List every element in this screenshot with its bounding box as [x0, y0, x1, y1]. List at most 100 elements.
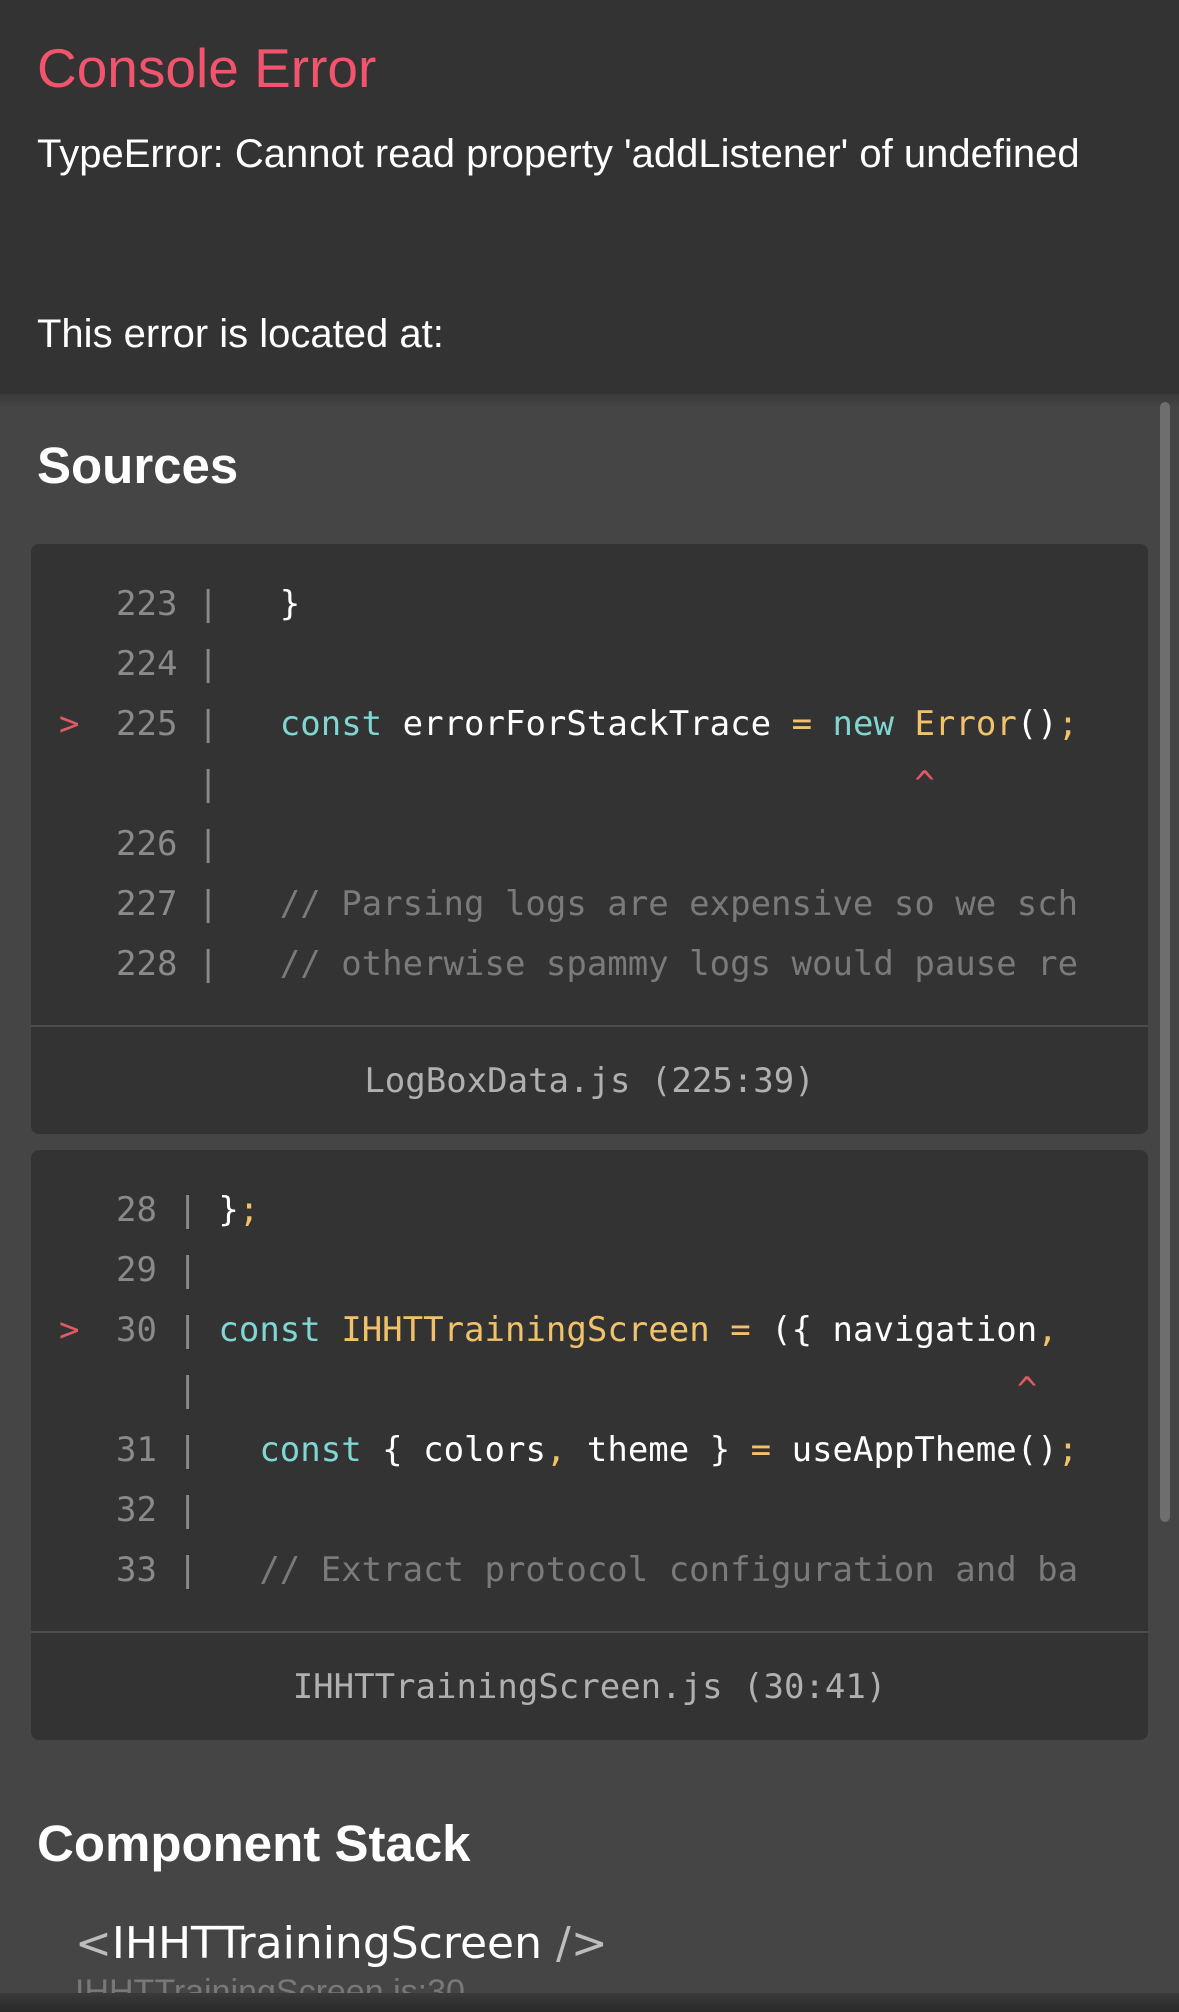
code-token: ,: [1037, 1310, 1058, 1350]
line-marker: [31, 1480, 116, 1540]
source-frame-footer[interactable]: IHHTTrainingScreen.js (30:41): [31, 1631, 1148, 1740]
line-marker: [31, 1180, 116, 1240]
line-number: 32: [116, 1490, 157, 1530]
line-marker: >: [59, 704, 100, 744]
code-line: > 30 | const IHHTTrainingScreen = ({ nav…: [31, 1300, 1058, 1360]
gutter-separator: |: [156, 1310, 198, 1350]
gutter-separator: |: [156, 1190, 198, 1230]
code-token: }: [197, 1190, 239, 1230]
gutter-separator: |: [156, 1370, 198, 1410]
component-name: IHHTTrainingScreen: [111, 1918, 543, 1969]
code-token: IHHTTrainingScreen: [341, 1310, 710, 1350]
gutter-separator: |: [177, 704, 219, 744]
code-token: =: [730, 1310, 751, 1350]
gutter-separator: |: [177, 944, 219, 984]
code-token: { colors: [361, 1430, 546, 1470]
line-number: [116, 1370, 157, 1410]
line-number: 228: [116, 944, 178, 984]
line-number: 33: [116, 1550, 157, 1590]
line-number: 30: [116, 1310, 157, 1350]
sources-title: Sources: [37, 437, 239, 494]
gutter-separator: |: [177, 584, 219, 624]
code-line: | ^: [31, 754, 935, 814]
code-line: 223 | }: [31, 574, 300, 634]
code-token: errorForStackTrace: [382, 704, 792, 744]
code-token: =: [791, 704, 813, 744]
source-frame-ihhttrainingscreen[interactable]: IHHTTrainingScreen.js (30:41) 28 | }; 29…: [31, 1150, 1148, 1740]
source-frame-footer[interactable]: LogBoxData.js (225:39): [31, 1025, 1148, 1134]
code-token: (): [1016, 704, 1058, 744]
line-number: 225: [116, 704, 178, 744]
code-line: > 225 | const errorForStackTrace = new E…: [31, 694, 1078, 754]
gutter-separator: |: [156, 1550, 198, 1590]
code-token: const: [279, 704, 383, 744]
code-token: ;: [1057, 1430, 1079, 1470]
gutter-separator: |: [156, 1430, 198, 1470]
code-line: 224 |: [31, 634, 218, 694]
code-line: 29 |: [31, 1240, 198, 1300]
error-location-label: This error is located at:: [37, 312, 444, 356]
line-marker: [31, 634, 116, 694]
code-token: // otherwise spammy logs would pause re: [218, 944, 1079, 984]
gutter-separator: |: [177, 644, 219, 684]
code-token: ^: [197, 1370, 1038, 1410]
line-number: 223: [116, 584, 178, 624]
code-line: 33 | // Extract protocol configuration a…: [31, 1540, 1078, 1600]
gutter-separator: |: [177, 884, 219, 924]
error-message: TypeError: Cannot read property 'addList…: [37, 132, 1080, 176]
code-line: 32 |: [31, 1480, 198, 1540]
code-token: useAppTheme(): [771, 1430, 1058, 1470]
gutter-separator: |: [177, 824, 219, 864]
line-marker: [31, 1360, 116, 1420]
code-line: 31 | const { colors, theme } = useAppThe…: [31, 1420, 1078, 1480]
code-token: ,: [545, 1430, 567, 1470]
line-marker: [31, 814, 116, 874]
line-number: 29: [116, 1250, 157, 1290]
code-token: // Parsing logs are expensive so we sch: [218, 884, 1079, 924]
header-divider: [0, 394, 1179, 408]
code-line: 28 | };: [31, 1180, 259, 1240]
code-line: 226 |: [31, 814, 218, 874]
component-stack-item[interactable]: <IHHTTrainingScreen />: [75, 1914, 608, 1974]
scrollbar[interactable]: [1160, 402, 1170, 1522]
code-token: const: [259, 1430, 362, 1470]
gutter-separator: |: [156, 1490, 198, 1530]
line-number: 226: [116, 824, 178, 864]
code-token: ;: [238, 1190, 260, 1230]
source-frame-logboxdata[interactable]: LogBoxData.js (225:39) 223 | } 224 | > 22…: [31, 544, 1148, 1134]
component-stack-title: Component Stack: [37, 1815, 471, 1872]
code-line: | ^: [31, 1360, 1037, 1420]
code-token: =: [750, 1430, 772, 1470]
gutter-separator: |: [177, 764, 219, 804]
line-marker: [31, 574, 116, 634]
code-token: ({ navigation: [750, 1310, 1038, 1350]
code-token: theme }: [566, 1430, 751, 1470]
line-marker: [31, 1540, 116, 1600]
bottom-bar: [0, 1993, 1179, 2012]
line-marker: [31, 1420, 116, 1480]
line-marker: [31, 754, 116, 814]
code-token: new: [832, 704, 894, 744]
line-number: 31: [116, 1430, 157, 1470]
line-number: 28: [116, 1190, 157, 1230]
error-header: Console Error TypeError: Cannot read pro…: [0, 0, 1179, 394]
line-marker: >: [59, 1310, 100, 1350]
code-token: const: [218, 1310, 321, 1350]
code-line: 228 | // otherwise spammy logs would pau…: [31, 934, 1078, 994]
line-marker: [31, 1240, 116, 1300]
component-close-bracket: />: [542, 1918, 608, 1969]
code-token: ;: [1057, 704, 1079, 744]
code-token: ^: [218, 764, 935, 804]
line-marker: [31, 934, 116, 994]
component-open-bracket: <: [75, 1918, 112, 1969]
line-number: 227: [116, 884, 178, 924]
line-number: 224: [116, 644, 178, 684]
code-line: 227 | // Parsing logs are expensive so w…: [31, 874, 1078, 934]
code-token: }: [218, 584, 301, 624]
code-token: // Extract protocol configuration and ba: [197, 1550, 1079, 1590]
